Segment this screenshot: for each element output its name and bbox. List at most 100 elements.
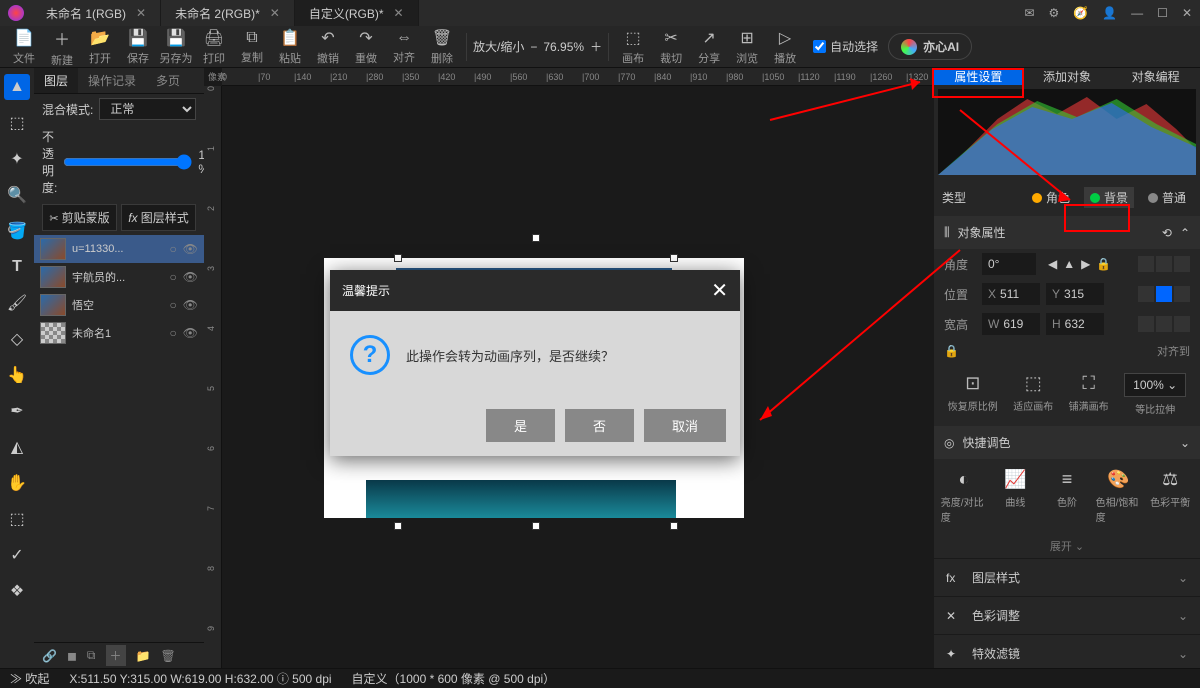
swatch[interactable] (1138, 316, 1154, 332)
toolbar-文件[interactable]: 📄文件 (6, 27, 42, 67)
quick-adjust-button[interactable]: ≡色阶 (1044, 469, 1090, 524)
layer-panel-tab[interactable]: 图层 (34, 68, 78, 93)
toolbar-打开[interactable]: 📂打开 (82, 27, 118, 67)
accordion-色彩调整[interactable]: ✕色彩调整⌄ (934, 596, 1200, 634)
toolbar-播放[interactable]: ▷播放 (767, 27, 803, 67)
zoom-value[interactable]: 76.95% (543, 40, 584, 54)
handle-tl[interactable] (394, 254, 402, 262)
toolbar-粘贴[interactable]: 📋粘贴 (272, 27, 308, 67)
collapse-icon[interactable]: ⌃ (1180, 226, 1190, 240)
w-input[interactable]: W619 (982, 313, 1040, 335)
ai-badge[interactable]: 亦心AI (888, 33, 972, 60)
right-panel-tab[interactable]: 添加对象 (1023, 68, 1112, 85)
shape-tool[interactable]: ◭ (4, 434, 30, 460)
clip-mask-button[interactable]: ✂ 剪贴蒙版 (42, 204, 117, 231)
quick-adjust-button[interactable]: ◐亮度/对比度 (941, 469, 987, 524)
handle-bl[interactable] (394, 522, 402, 530)
layer-row[interactable]: u=11330... ○ 👁 (34, 235, 204, 263)
fit-button[interactable]: ⊡恢复原比例 (948, 373, 998, 416)
auto-select-checkbox[interactable]: 自动选择 (813, 38, 878, 55)
layer-visibility-icon[interactable]: 👁 (183, 298, 198, 312)
layer-visibility-icon[interactable]: 👁 (183, 326, 198, 340)
toolbar-浏览[interactable]: ⊞浏览 (729, 27, 765, 67)
tab-close-icon[interactable]: ✕ (270, 6, 280, 20)
wand-tool[interactable]: ✦ (4, 146, 30, 172)
toolbar-重做[interactable]: ↷重做 (348, 27, 384, 67)
bucket-tool[interactable]: 🪣 (4, 218, 30, 244)
layer-lock-icon[interactable]: ○ (170, 326, 177, 340)
move-tool[interactable]: ▲ (4, 74, 30, 100)
minimize-icon[interactable]: — (1131, 6, 1143, 20)
yes-button[interactable]: 是 (486, 409, 555, 442)
layer-visibility-icon[interactable]: 👁 (183, 270, 198, 284)
quick-adjust-button[interactable]: 📈曲线 (992, 469, 1038, 524)
document-tab[interactable]: 自定义(RGB)*✕ (295, 0, 419, 26)
quick-adjust-button[interactable]: ⚖色彩平衡 (1147, 469, 1193, 524)
layers-icon[interactable]: ❖ (4, 578, 30, 604)
layer-row[interactable]: 悟空 ○ 👁 (34, 291, 204, 319)
no-button[interactable]: 否 (565, 409, 634, 442)
layer-lock-icon[interactable]: ○ (170, 298, 177, 312)
scale-percent[interactable]: 100% ⌄等比拉伸 (1124, 373, 1186, 416)
tab-close-icon[interactable]: ✕ (394, 6, 404, 20)
link-layers-icon[interactable]: 🔗 (42, 649, 57, 663)
close-icon[interactable]: ✕ (1182, 6, 1192, 20)
user-icon[interactable]: 👤 (1102, 6, 1117, 20)
swatch[interactable] (1156, 316, 1172, 332)
toolbar-删除[interactable]: 🗑删除 (424, 27, 460, 67)
swatch[interactable] (1138, 256, 1154, 272)
crop-tool[interactable]: ⬚ (4, 506, 30, 532)
quick-color-header[interactable]: ◎ 快捷调色 ⌄ (934, 426, 1200, 459)
new-layer-icon[interactable]: ＋ (106, 645, 126, 666)
hand-tool[interactable]: ✋ (4, 470, 30, 496)
folder-icon[interactable]: 📁 (136, 649, 151, 663)
handle-bc[interactable] (532, 522, 540, 530)
h-input[interactable]: H632 (1046, 313, 1104, 335)
tab-close-icon[interactable]: ✕ (136, 6, 146, 20)
rotate-right-icon[interactable]: ▶ (1081, 257, 1090, 271)
toolbar-对齐[interactable]: ⇔对齐 (386, 27, 422, 67)
toolbar-画布[interactable]: ⬚画布 (615, 27, 651, 67)
toolbar-新建[interactable]: ＋新建 (44, 27, 80, 67)
brush-tool[interactable]: 🖌 (4, 290, 30, 316)
document-tab[interactable]: 未命名 2(RGB)*✕ (161, 0, 295, 26)
swatch[interactable] (1174, 286, 1190, 302)
cancel-button[interactable]: 取消 (644, 409, 726, 442)
toolbar-撤销[interactable]: ↶撤销 (310, 27, 346, 67)
handle-br[interactable] (670, 522, 678, 530)
expand-more[interactable]: 展开 ⌄ (934, 534, 1200, 558)
rotate-left-icon[interactable]: ◀ (1048, 257, 1057, 271)
blend-mode-select[interactable]: 正常 (99, 98, 196, 120)
swatch[interactable] (1138, 286, 1154, 302)
link-wh-icon[interactable]: 🔒 (944, 344, 959, 358)
toolbar-另存为[interactable]: 💾另存为 (158, 27, 194, 67)
right-panel-tab[interactable]: 对象编程 (1111, 68, 1200, 85)
handle-tc[interactable] (532, 234, 540, 242)
reset-icon[interactable]: ⟲ (1162, 226, 1172, 240)
type-option[interactable]: 普通 (1142, 187, 1192, 208)
dialog-close-icon[interactable]: ✕ (711, 278, 728, 303)
toolbar-分享[interactable]: ↗分享 (691, 27, 727, 67)
zoom-tool[interactable]: 🔍 (4, 182, 30, 208)
maximize-icon[interactable]: ☐ (1157, 6, 1168, 20)
toolbar-保存[interactable]: 💾保存 (120, 27, 156, 67)
mask-icon[interactable]: ◼ (67, 649, 77, 663)
layer-lock-icon[interactable]: ○ (170, 242, 177, 256)
toolbar-复制[interactable]: ⧉复制 (234, 27, 270, 67)
y-input[interactable]: Y315 (1046, 283, 1104, 305)
pen-tool[interactable]: ✒ (4, 398, 30, 424)
opacity-slider[interactable] (63, 154, 192, 170)
swatch-active[interactable] (1156, 286, 1172, 302)
settings-icon[interactable]: ⚙ (1049, 6, 1060, 20)
fit-button[interactable]: ⛶铺满画布 (1069, 373, 1109, 416)
zoom-out-icon[interactable]: − (530, 40, 537, 54)
flip-h-icon[interactable]: ▲ (1063, 257, 1075, 271)
smudge-tool[interactable]: 👆 (4, 362, 30, 388)
group-icon[interactable]: ⧉ (87, 648, 96, 663)
layer-row[interactable]: 未命名1 ○ 👁 (34, 319, 204, 347)
mail-icon[interactable]: ✉ (1024, 6, 1034, 20)
text-tool[interactable]: T (4, 254, 30, 280)
swatch[interactable] (1174, 316, 1190, 332)
lock-icon[interactable]: 🔒 (1096, 257, 1111, 271)
delete-layer-icon[interactable]: 🗑 (160, 649, 175, 663)
